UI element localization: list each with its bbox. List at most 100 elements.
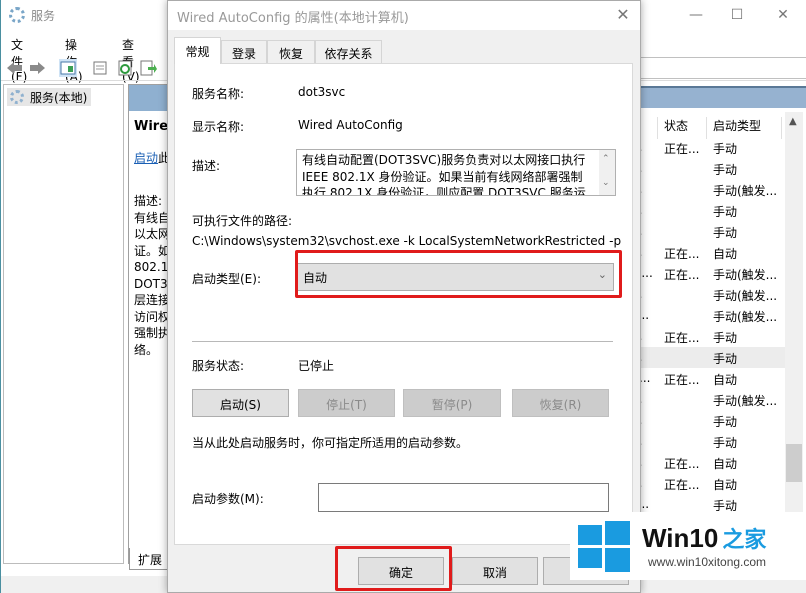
service-row-startup: 手动(触发...	[713, 268, 778, 282]
service-status-value: 已停止	[298, 359, 335, 373]
detail-desc-line: 802.1X	[134, 260, 170, 274]
service-row[interactable]: ... 手动	[631, 158, 785, 179]
scroll-down-icon[interactable]: ⌄	[602, 178, 610, 188]
tab-dependencies[interactable]: 依存关系	[315, 40, 382, 63]
tab-general[interactable]: 常规	[174, 37, 221, 64]
tab-recovery[interactable]: 恢复	[267, 40, 315, 63]
detail-desc-line: 层连接	[134, 293, 170, 307]
detail-description: 描述: 有线自以太网证。如 802.1X DOT3S 层连接访问权强制执络。	[134, 193, 170, 358]
extended-detail-pane: Wired 启动此 描述:有线自以太网证。如802.1XDOT3S层连接访问权强…	[128, 84, 171, 564]
tab-logon[interactable]: 登录	[221, 40, 267, 63]
service-row[interactable]: ... 正在... 自动	[631, 473, 785, 494]
tree-item-services-local[interactable]: 服务(本地)	[7, 88, 91, 106]
start-params-hint: 当从此处启动服务时，你可指定所适用的启动参数。	[192, 436, 469, 450]
service-row-status: 正在...	[664, 247, 700, 261]
pause-button[interactable]: 暂停(P)	[403, 389, 501, 417]
service-row-status: 正在...	[664, 373, 700, 387]
close-button[interactable]: ✕	[771, 4, 795, 26]
section-divider	[192, 341, 613, 342]
right-toolbar-area	[633, 57, 806, 79]
start-params-label: 启动参数(M):	[192, 492, 264, 506]
service-row[interactable]: ... 手动	[631, 200, 785, 221]
properties-icon[interactable]	[91, 59, 109, 77]
watermark: Win10 之家 www.win10xitong.com	[570, 512, 806, 580]
start-button[interactable]: 启动(S)	[192, 389, 289, 417]
service-row[interactable]: ... 正在... 自动	[631, 452, 785, 473]
service-row-startup: 手动(触发...	[713, 184, 778, 198]
description-textbox[interactable]: 有线自动配置(DOT3SVC)服务负责对以太网接口执行 IEEE 802.1X …	[296, 149, 616, 196]
service-row-status: 正在...	[664, 331, 700, 345]
dialog-title: Wired AutoConfig 的属性(本地计算机)	[177, 11, 409, 26]
minimize-button[interactable]: —	[684, 4, 708, 26]
maximize-button[interactable]: ☐	[725, 4, 749, 26]
service-row-status: 正在...	[664, 142, 700, 156]
column-startup-type[interactable]: 启动类型	[713, 117, 761, 134]
back-arrow-icon[interactable]	[6, 59, 24, 77]
service-row-startup: 自动	[713, 457, 738, 471]
detail-body: Wired 启动此 描述:有线自以太网证。如802.1XDOT3S层连接访问权强…	[134, 119, 170, 358]
service-row[interactable]: ... 手动	[631, 431, 785, 452]
service-row-startup: 手动(触发...	[713, 310, 778, 324]
service-row[interactable]: ... 手动(触发...	[631, 389, 785, 410]
watermark-brand-cn: 之家	[722, 527, 767, 552]
show-hide-console-tree-icon[interactable]	[59, 59, 77, 77]
refresh-icon[interactable]	[116, 59, 134, 77]
service-row[interactable]: M... 正在... 手动(触发...	[631, 263, 785, 284]
watermark-url: www.win10xitong.com	[648, 555, 767, 569]
executable-path-value: C:\Windows\system32\svchost.exe -k Local…	[192, 234, 622, 248]
tree-item-label: 服务(本地)	[30, 91, 88, 105]
executable-path-label: 可执行文件的路径:	[192, 214, 293, 228]
description-scrollbar[interactable]: ⌃ ⌄	[599, 150, 615, 195]
service-row[interactable]: ... 正在... 自动	[631, 242, 785, 263]
service-row[interactable]: ... 正在... 手动	[631, 326, 785, 347]
scroll-up-icon[interactable]: ▲	[789, 116, 797, 127]
detail-desc-line: 证。如	[134, 243, 170, 258]
dialog-titlebar: Wired AutoConfig 的属性(本地计算机) ✕	[168, 1, 640, 30]
service-row[interactable]: ... 手动	[631, 347, 785, 368]
console-tree: 服务(本地)	[3, 84, 124, 564]
startup-type-label: 启动类型(E):	[192, 272, 261, 286]
service-row-startup: 手动(触发...	[713, 394, 778, 408]
windows-logo-icon	[578, 520, 630, 572]
cancel-button[interactable]: 取消	[452, 557, 538, 585]
service-name-value: dot3svc	[298, 85, 346, 99]
service-row[interactable]: ... 正在... 手动	[631, 137, 785, 158]
service-row-status: 正在...	[664, 268, 700, 282]
service-row-startup: 手动	[713, 205, 738, 219]
detail-desc-line: 络。	[134, 342, 159, 357]
service-row-startup: 手动	[713, 352, 738, 366]
service-row[interactable]: A... 正在... 自动	[631, 368, 785, 389]
service-row-startup: 自动	[713, 373, 738, 387]
service-row-startup: 手动(触发...	[713, 289, 778, 303]
detail-desc-line: 强制执	[134, 326, 170, 340]
detail-desc-line: 访问权	[134, 309, 170, 324]
service-row[interactable]: ... 手动(触发...	[631, 179, 785, 200]
scrollbar-thumb[interactable]	[786, 444, 802, 482]
scroll-up-icon[interactable]: ⌃	[602, 154, 610, 164]
start-params-input[interactable]	[318, 483, 609, 512]
export-list-icon[interactable]	[139, 59, 157, 77]
tab-extended[interactable]: 扩展	[129, 548, 171, 570]
description-label: 描述:	[192, 159, 221, 173]
service-row[interactable]: V... 手动(触发...	[631, 305, 785, 326]
service-row-startup: 手动	[713, 226, 738, 240]
services-list: ... 正在... 手动... 手动... 手动(触发...... 手动... …	[631, 137, 785, 515]
display-name-value: Wired AutoConfig	[298, 118, 403, 132]
start-service-link[interactable]: 启动	[134, 151, 158, 165]
service-row-status: 正在...	[664, 457, 700, 471]
column-status[interactable]: 状态	[664, 117, 688, 134]
service-row-startup: 手动	[713, 331, 738, 345]
stop-button[interactable]: 停止(T)	[298, 389, 395, 417]
forward-arrow-icon[interactable]	[28, 59, 46, 77]
detail-desc-line: 描述:	[134, 194, 163, 208]
service-row-startup: 手动	[713, 415, 738, 429]
detail-desc-line: 有线自	[134, 210, 170, 225]
list-scrollbar[interactable]: ▲	[785, 112, 803, 522]
service-row-startup: 自动	[713, 478, 738, 492]
service-row[interactable]: ... 手动(触发...	[631, 284, 785, 305]
service-row[interactable]: ... 手动	[631, 410, 785, 431]
dialog-close-button[interactable]: ✕	[612, 4, 634, 26]
service-status-label: 服务状态:	[192, 359, 245, 373]
service-row[interactable]: ... 手动	[631, 221, 785, 242]
resume-button[interactable]: 恢复(R)	[512, 389, 609, 417]
